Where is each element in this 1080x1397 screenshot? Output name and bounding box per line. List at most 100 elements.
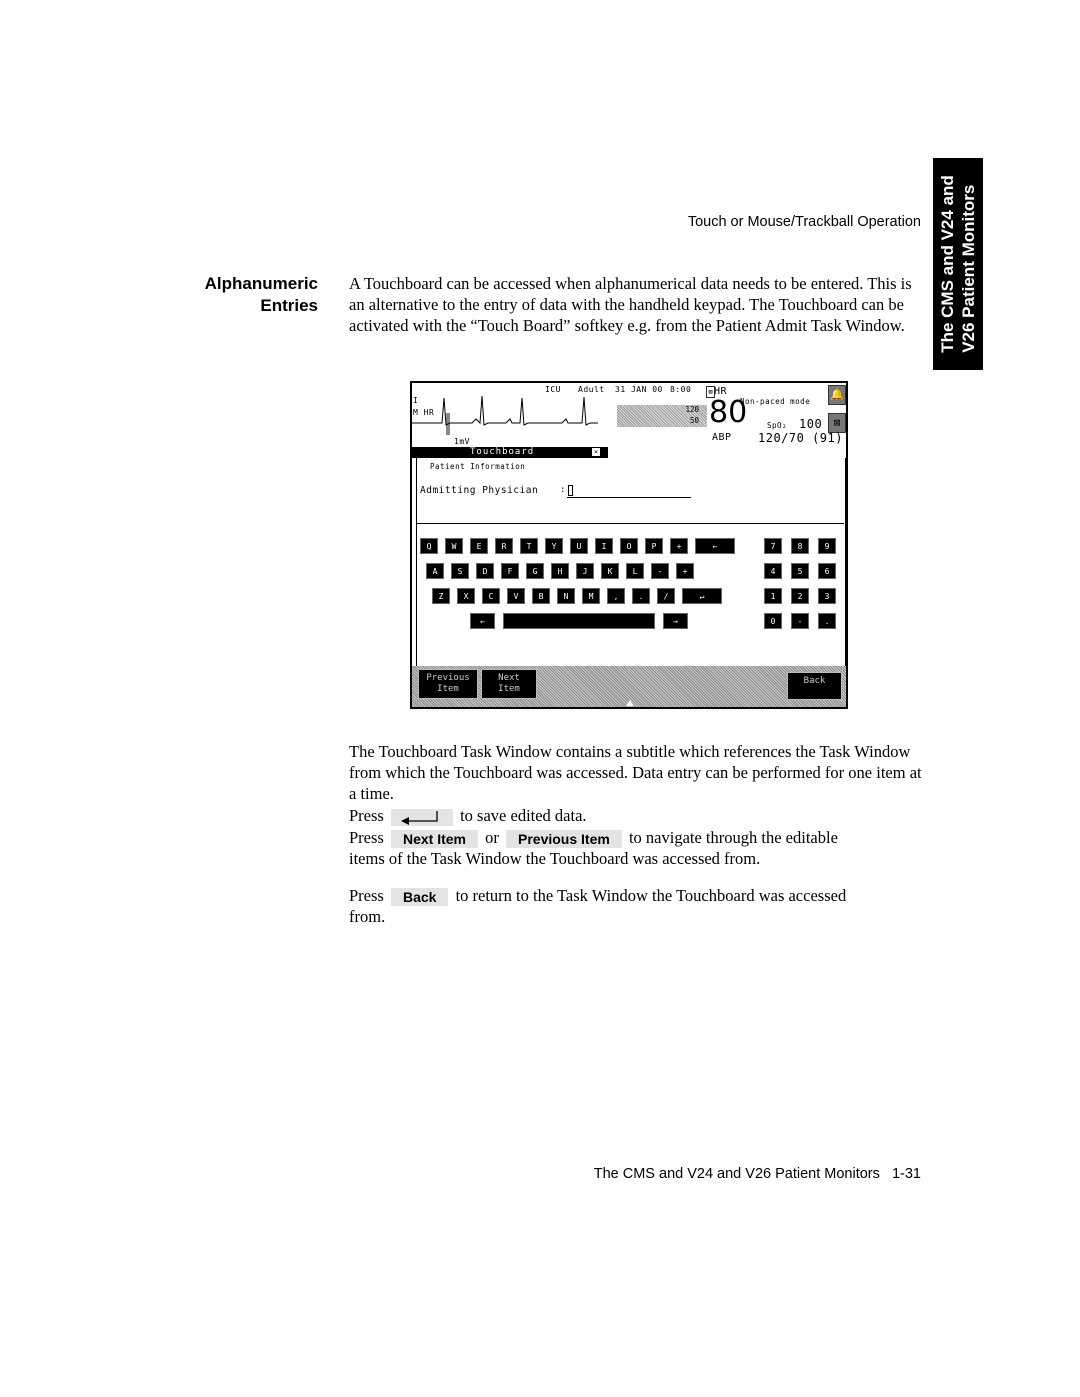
key-r0c1[interactable]: W	[445, 538, 463, 554]
key-r1c6[interactable]: J	[576, 563, 594, 579]
key-r0c3[interactable]: R	[495, 538, 513, 554]
numpad-key[interactable]: 7	[764, 538, 782, 554]
or-text: or	[485, 828, 499, 847]
scroll-up-icon[interactable]	[626, 700, 634, 706]
key-r0c10[interactable]: +	[670, 538, 688, 554]
field-colon: :	[560, 485, 566, 495]
key-r1c1[interactable]: S	[451, 563, 469, 579]
scale-label: 1mV	[454, 437, 470, 446]
key-r0c7[interactable]: I	[595, 538, 613, 554]
save-instruction: Press to save edited data.	[349, 805, 587, 826]
key-r1c10[interactable]: +	[676, 563, 694, 579]
key-r2c1[interactable]: X	[457, 588, 475, 604]
key-r2c3[interactable]: V	[507, 588, 525, 604]
time-label: 8:00	[670, 385, 692, 394]
field-label: Admitting Physician	[420, 485, 539, 496]
key-r1c9[interactable]: -	[651, 563, 669, 579]
numpad-key[interactable]: -	[791, 613, 809, 629]
key-r0c9[interactable]: P	[645, 538, 663, 554]
next-item-line1: Next	[498, 673, 520, 683]
next-item-button[interactable]: Next Item	[481, 669, 537, 699]
keyboard-divider	[416, 523, 844, 524]
key-r3c2[interactable]: →	[663, 613, 688, 629]
alarms-off-button[interactable]: ⊠	[828, 413, 846, 433]
back-instruction: Press Back to return to the Task Window …	[349, 885, 847, 907]
chapter-tab-line2: V26 Patient Monitors	[959, 184, 978, 353]
next-item-line2: Item	[498, 684, 520, 694]
key-r1c2[interactable]: D	[476, 563, 494, 579]
key-r2c0[interactable]: Z	[432, 588, 450, 604]
numpad-key[interactable]: 3	[818, 588, 836, 604]
silence-alarm-button[interactable]: 🔔	[828, 385, 846, 405]
next-item-key: Next Item	[390, 830, 478, 849]
key-r2c4[interactable]: B	[532, 588, 550, 604]
key-r1c8[interactable]: L	[626, 563, 644, 579]
numpad-key[interactable]: 1	[764, 588, 782, 604]
press-text: Press	[349, 806, 384, 825]
key-r2c8[interactable]: .	[632, 588, 650, 604]
key-r2c9[interactable]: /	[657, 588, 675, 604]
key-r1c4[interactable]: G	[526, 563, 544, 579]
trend-low: 50	[689, 416, 699, 425]
key-r3c0[interactable]: ←	[470, 613, 495, 629]
back-button-label: Back	[803, 676, 826, 686]
key-space[interactable]	[503, 613, 655, 629]
numpad-key[interactable]: .	[818, 613, 836, 629]
back-text: to return to the Task Window the Touchbo…	[455, 886, 847, 905]
back-button[interactable]: Back	[787, 672, 842, 700]
navigate-text: to navigate through the editable	[628, 828, 838, 847]
numpad-key[interactable]: 2	[791, 588, 809, 604]
back-text-line2: from.	[349, 907, 386, 926]
key-r1c5[interactable]: H	[551, 563, 569, 579]
navigate-instruction: Press Next Item or Previous Item to navi…	[349, 827, 838, 849]
key-r2c7[interactable]: ,	[607, 588, 625, 604]
softkey-bar: Previous Item Next Item Back	[412, 666, 846, 707]
previous-item-key: Previous Item	[506, 830, 622, 849]
spo2-value: 100	[799, 417, 823, 431]
trend-high: 120	[685, 405, 699, 414]
key-r0c0[interactable]: Q	[420, 538, 438, 554]
monitor-screen: ICU Adult 31 JAN 00 8:00 I M HR 1mV 120 …	[410, 381, 848, 709]
key-r2c10[interactable]: ↵	[682, 588, 722, 604]
previous-item-button[interactable]: Previous Item	[418, 669, 478, 699]
navigate-text-line2: items of the Task Window the Touchboard …	[349, 849, 761, 868]
key-r0c2[interactable]: E	[470, 538, 488, 554]
numpad-key[interactable]: 8	[791, 538, 809, 554]
admitting-physician-input[interactable]	[567, 485, 691, 498]
key-r2c6[interactable]: M	[582, 588, 600, 604]
press-text: Press	[349, 828, 384, 847]
close-icon[interactable]: ×	[592, 448, 600, 456]
key-r1c0[interactable]: A	[426, 563, 444, 579]
ecg-waveform	[412, 395, 598, 435]
key-r1c3[interactable]: F	[501, 563, 519, 579]
numpad-key[interactable]: 9	[818, 538, 836, 554]
key-r0c6[interactable]: U	[570, 538, 588, 554]
text-cursor	[568, 485, 573, 496]
press-text: Press	[349, 886, 384, 905]
numpad-key[interactable]: 0	[764, 613, 782, 629]
spo2-label: SpO₂	[767, 421, 788, 430]
touchboard-titlebar: Touchboard ×	[412, 447, 608, 458]
key-r1c7[interactable]: K	[601, 563, 619, 579]
key-r0c4[interactable]: T	[520, 538, 538, 554]
chapter-tab-line1: The CMS and V24 and	[938, 175, 957, 353]
numpad-key[interactable]: 4	[764, 563, 782, 579]
previous-item-line1: Previous	[426, 673, 470, 683]
touchboard-subtitle: Patient Information	[430, 462, 526, 471]
page-number: 1-31	[891, 1166, 921, 1182]
date-label: 31 JAN 00	[615, 385, 663, 394]
touchboard-title: Touchboard	[470, 447, 535, 457]
key-r0c8[interactable]: O	[620, 538, 638, 554]
numpad-key[interactable]: 6	[818, 563, 836, 579]
section-heading-line1: Alphanumeric	[204, 274, 318, 293]
abp-value: 120/70 (91)	[758, 431, 843, 445]
abp-label: ABP	[712, 432, 732, 443]
numpad-key[interactable]: 5	[791, 563, 809, 579]
enter-key-icon	[390, 808, 453, 826]
pace-mode: Non-paced mode	[740, 397, 811, 406]
key-r2c5[interactable]: N	[557, 588, 575, 604]
key-r0c5[interactable]: Y	[545, 538, 563, 554]
key-r0c11[interactable]: ←	[695, 538, 735, 554]
section-heading: Alphanumeric Entries	[150, 273, 318, 317]
key-r2c2[interactable]: C	[482, 588, 500, 604]
